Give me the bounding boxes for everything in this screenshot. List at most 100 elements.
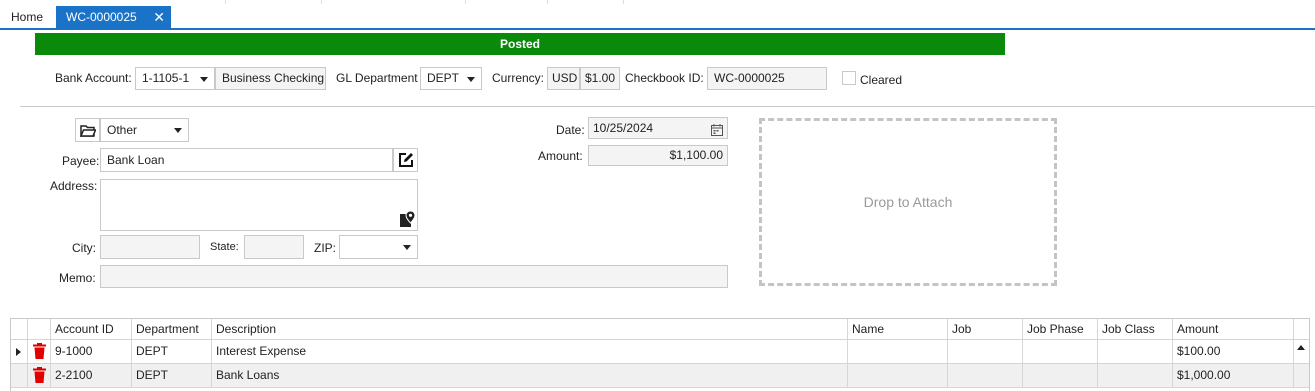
city-label: City:: [72, 241, 96, 255]
currency-code-text: USD: [552, 71, 578, 85]
map-pin-icon: [400, 210, 416, 227]
city-input[interactable]: [100, 235, 200, 259]
row-indicator-icon: [16, 348, 21, 356]
distribution-grid: Account ID Department Description Name J…: [10, 318, 1310, 391]
cell-job-class[interactable]: [1098, 340, 1173, 363]
checkbook-id-field[interactable]: WC-0000025: [707, 67, 827, 90]
memo-input[interactable]: [100, 265, 728, 288]
cleared-checkbox[interactable]: [842, 71, 856, 85]
amount-label: Amount:: [538, 149, 583, 163]
delete-icon[interactable]: [33, 343, 46, 359]
tab-divider: [547, 0, 548, 4]
bank-account-name: Business Checking: [215, 67, 326, 90]
state-input[interactable]: [244, 235, 304, 259]
delete-icon[interactable]: [33, 367, 46, 383]
cell-job[interactable]: [948, 340, 1023, 363]
column-header-job-phase[interactable]: Job Phase: [1023, 319, 1098, 339]
row-indicator-cell: [11, 364, 28, 387]
payee-label: Payee:: [62, 154, 100, 168]
tab-active-label: WC-0000025: [66, 10, 137, 24]
payee-lookup-button[interactable]: [75, 118, 100, 142]
currency-rate-text: $1.00: [585, 71, 616, 85]
gl-department-value: DEPT: [427, 71, 460, 85]
cell-job[interactable]: [948, 364, 1023, 387]
payee-input[interactable]: Bank Loan: [100, 148, 393, 172]
cell-amount[interactable]: $100.00: [1173, 340, 1294, 363]
column-header-name[interactable]: Name: [848, 319, 948, 339]
dropdown-arrow-icon: [174, 128, 182, 133]
delete-cell: [28, 364, 51, 387]
tab-home-label: Home: [11, 10, 44, 24]
bank-account-name-text: Business Checking: [222, 71, 325, 85]
cell-account-id[interactable]: 2-2100: [51, 364, 132, 387]
tab-home[interactable]: Home: [0, 6, 54, 28]
map-button[interactable]: [399, 210, 416, 228]
gl-department-select[interactable]: DEPT: [420, 67, 482, 90]
bank-account-value: 1-1105-1: [142, 71, 190, 85]
row-indicator-cell: [11, 340, 28, 363]
cell-job-phase[interactable]: [1023, 364, 1098, 387]
edit-icon: [398, 153, 413, 167]
payee-value: Bank Loan: [107, 153, 165, 167]
cell-amount[interactable]: $1,000.00: [1173, 364, 1294, 387]
date-picker[interactable]: 10/25/2024: [588, 117, 728, 139]
date-value: 10/25/2024: [593, 121, 654, 135]
column-header-job[interactable]: Job: [948, 319, 1023, 339]
drop-zone-label: Drop to Attach: [863, 194, 953, 210]
grid-header-delete: [28, 319, 51, 339]
grid-header-row: Account ID Department Description Name J…: [11, 319, 1309, 340]
delete-cell: [28, 340, 51, 363]
currency-code: USD: [547, 67, 580, 90]
zip-label: ZIP:: [314, 241, 337, 255]
memo-label: Memo:: [59, 271, 96, 285]
cell-department[interactable]: DEPT: [132, 340, 212, 363]
scroll-up-icon[interactable]: [1297, 345, 1305, 350]
column-header-amount[interactable]: Amount: [1173, 319, 1294, 339]
cell-job-class[interactable]: [1098, 364, 1173, 387]
amount-value: $1,100.00: [669, 148, 723, 162]
cell-description[interactable]: Bank Loans: [212, 364, 848, 387]
currency-label: Currency:: [492, 71, 545, 85]
tab-check-wc-0000025[interactable]: WC-0000025 ✕: [56, 6, 171, 28]
table-row[interactable]: 2-2100 DEPT Bank Loans $1,000.00: [11, 364, 1309, 388]
bank-account-label: Bank Account:: [55, 71, 132, 85]
tab-strip: Home WC-0000025 ✕: [0, 0, 1315, 30]
attachment-drop-zone[interactable]: Drop to Attach: [759, 118, 1057, 286]
cell-department[interactable]: DEPT: [132, 364, 212, 387]
status-banner: Posted: [35, 33, 1005, 55]
cell-name[interactable]: [848, 364, 948, 387]
gl-department-label: GL Department: [336, 71, 418, 85]
close-icon[interactable]: ✕: [153, 6, 165, 28]
tab-divider: [465, 0, 466, 4]
checkbook-id-value: WC-0000025: [714, 71, 785, 85]
dropdown-arrow-icon: [467, 76, 475, 82]
bank-account-select[interactable]: 1-1105-1: [135, 67, 215, 90]
address-textarea[interactable]: [100, 179, 418, 231]
payee-type-select[interactable]: Other: [100, 118, 189, 142]
cell-job-phase[interactable]: [1023, 340, 1098, 363]
calendar-icon[interactable]: [711, 122, 723, 138]
column-header-account-id[interactable]: Account ID: [51, 319, 132, 339]
column-header-description[interactable]: Description: [212, 319, 848, 339]
zip-select[interactable]: [339, 235, 418, 259]
date-label: Date:: [556, 123, 585, 137]
address-label: Address:: [50, 179, 98, 193]
dropdown-arrow-icon: [403, 245, 411, 250]
table-row[interactable]: 9-1000 DEPT Interest Expense $100.00: [11, 340, 1309, 364]
dropdown-arrow-icon: [200, 76, 208, 82]
amount-field[interactable]: $1,100.00: [588, 145, 728, 166]
edit-payee-button[interactable]: [393, 148, 418, 172]
column-header-department[interactable]: Department: [132, 319, 212, 339]
state-label: State:: [210, 241, 239, 253]
section-divider: [20, 106, 1315, 107]
tab-divider: [623, 0, 624, 4]
payee-type-value: Other: [107, 123, 138, 137]
cell-name[interactable]: [848, 340, 948, 363]
cell-account-id[interactable]: 9-1000: [51, 340, 132, 363]
folder-icon: [79, 124, 96, 137]
cell-description[interactable]: Interest Expense: [212, 340, 848, 363]
column-header-job-class[interactable]: Job Class: [1098, 319, 1173, 339]
cleared-label: Cleared: [860, 73, 903, 87]
currency-rate: $1.00: [580, 67, 620, 90]
checkbook-id-label: Checkbook ID:: [625, 71, 704, 85]
